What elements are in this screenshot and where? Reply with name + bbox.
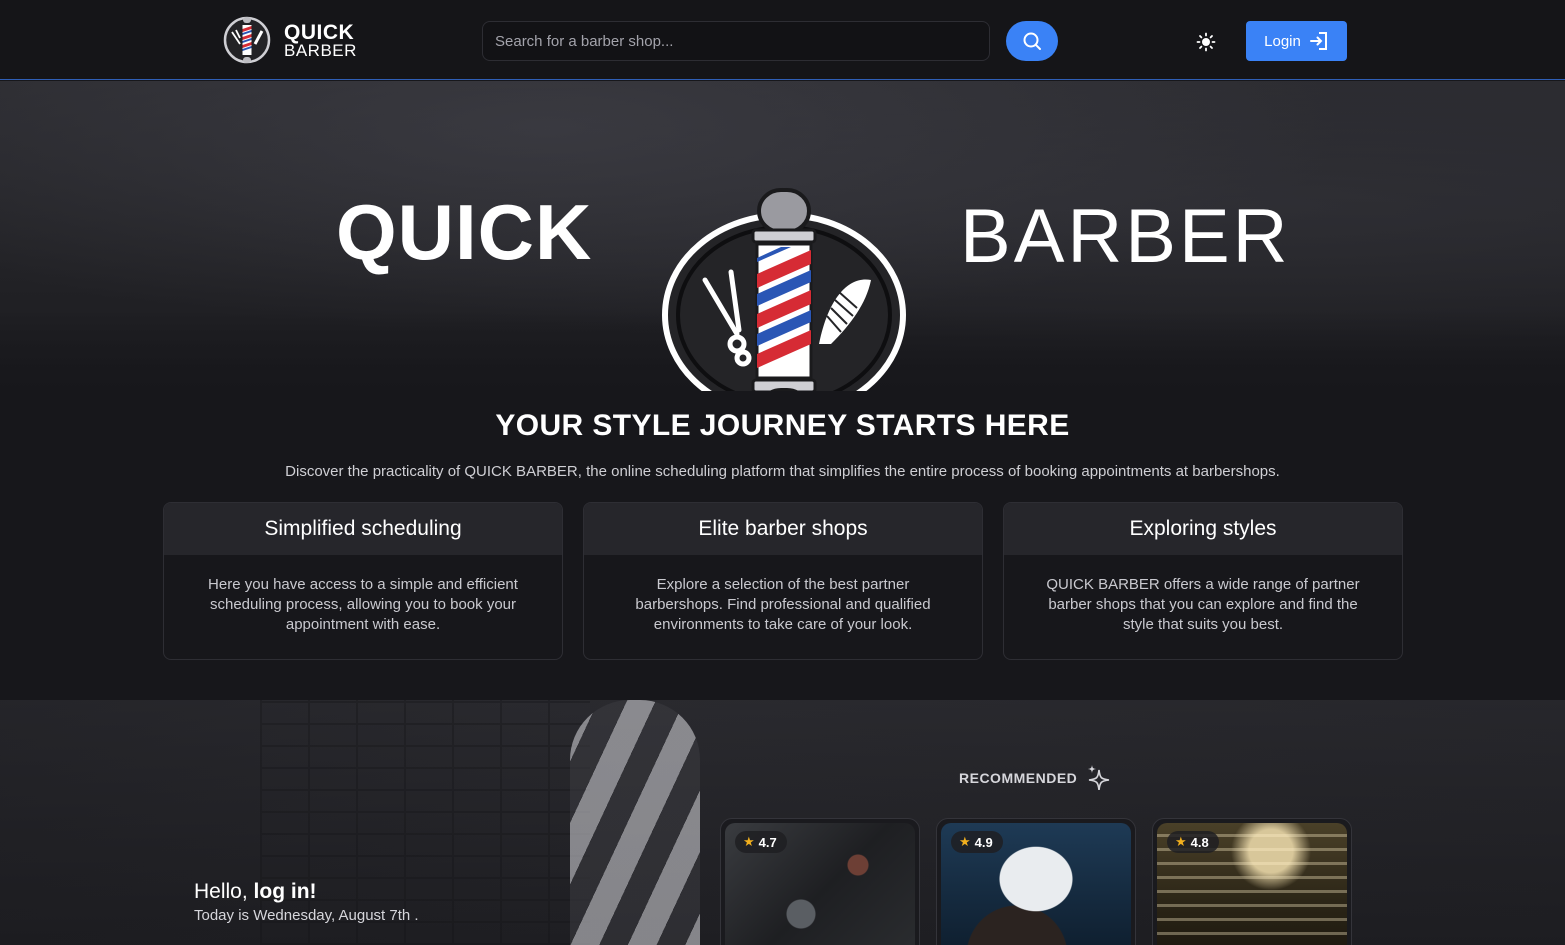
search-button[interactable] <box>1006 21 1058 61</box>
sun-icon <box>1196 32 1216 52</box>
login-icon <box>1309 32 1327 50</box>
login-button[interactable]: Login <box>1246 21 1347 61</box>
recommended-shop-card[interactable]: ★ 4.9 <box>936 818 1136 945</box>
rating-value: 4.9 <box>974 834 993 850</box>
feature-card-text: Explore a selection of the best partner … <box>635 576 931 633</box>
feature-card-text: Here you have access to a simple and eff… <box>208 576 518 633</box>
theme-toggle-button[interactable] <box>1192 28 1220 56</box>
hero-title-barber: BARBER <box>960 194 1291 279</box>
search-icon <box>1023 32 1041 50</box>
greeting-login-link[interactable]: log in! <box>254 880 317 903</box>
star-icon: ★ <box>743 834 755 849</box>
rating-badge: ★ 4.7 <box>735 831 787 853</box>
rating-badge: ★ 4.9 <box>951 831 1003 853</box>
current-date-text: Today is Wednesday, August 7th . <box>194 907 419 924</box>
hero-title-quick: QUICK <box>336 188 593 276</box>
hero-barber-pole-logo-icon <box>662 188 906 391</box>
feature-card-styles: Exploring styles QUICK BARBER offers a w… <box>1003 502 1403 660</box>
rating-value: 4.8 <box>1190 834 1209 850</box>
brand-barber-text: BARBER <box>284 40 357 60</box>
recommended-label: RECOMMENDED <box>959 770 1078 786</box>
greeting-hello-text: Hello, <box>194 880 254 903</box>
feature-card-title: Simplified scheduling <box>164 503 562 555</box>
brand-wordmark: QUICK BARBER <box>284 22 357 59</box>
feature-card-text: QUICK BARBER offers a wide range of part… <box>1046 576 1360 633</box>
feature-card-title: Exploring styles <box>1004 503 1402 555</box>
rating-badge: ★ 4.8 <box>1167 831 1219 853</box>
search-input[interactable] <box>482 21 990 61</box>
intro-description: Discover the practicality of QUICK BARBE… <box>285 463 1280 480</box>
sparkles-icon <box>1088 765 1110 790</box>
recommended-shop-card[interactable]: ★ 4.7 <box>720 818 920 945</box>
login-button-label: Login <box>1264 32 1301 50</box>
star-icon: ★ <box>1175 834 1187 849</box>
feature-card-scheduling: Simplified scheduling Here you have acce… <box>163 502 563 660</box>
top-navbar: QUICK BARBER Login <box>0 0 1565 80</box>
background-barber-pole <box>570 700 700 945</box>
star-icon: ★ <box>959 834 971 849</box>
feature-card-barber-shops: Elite barber shops Explore a selection o… <box>583 502 983 660</box>
rating-value: 4.7 <box>758 834 777 850</box>
barber-pole-logo-icon <box>223 16 271 64</box>
brand-link[interactable]: QUICK BARBER <box>222 14 357 66</box>
hero-banner: QUICK BARBER <box>0 81 1565 391</box>
page-tagline: YOUR STYLE JOURNEY STARTS HERE <box>495 409 1070 442</box>
recommended-shop-card[interactable]: ★ 4.8 <box>1152 818 1352 945</box>
recommended-section: Hello, log in! Today is Wednesday, Augus… <box>0 700 1565 945</box>
feature-card-title: Elite barber shops <box>584 503 982 555</box>
greeting-heading: Hello, log in! <box>194 880 317 904</box>
brand-quick-text: QUICK <box>284 20 355 44</box>
